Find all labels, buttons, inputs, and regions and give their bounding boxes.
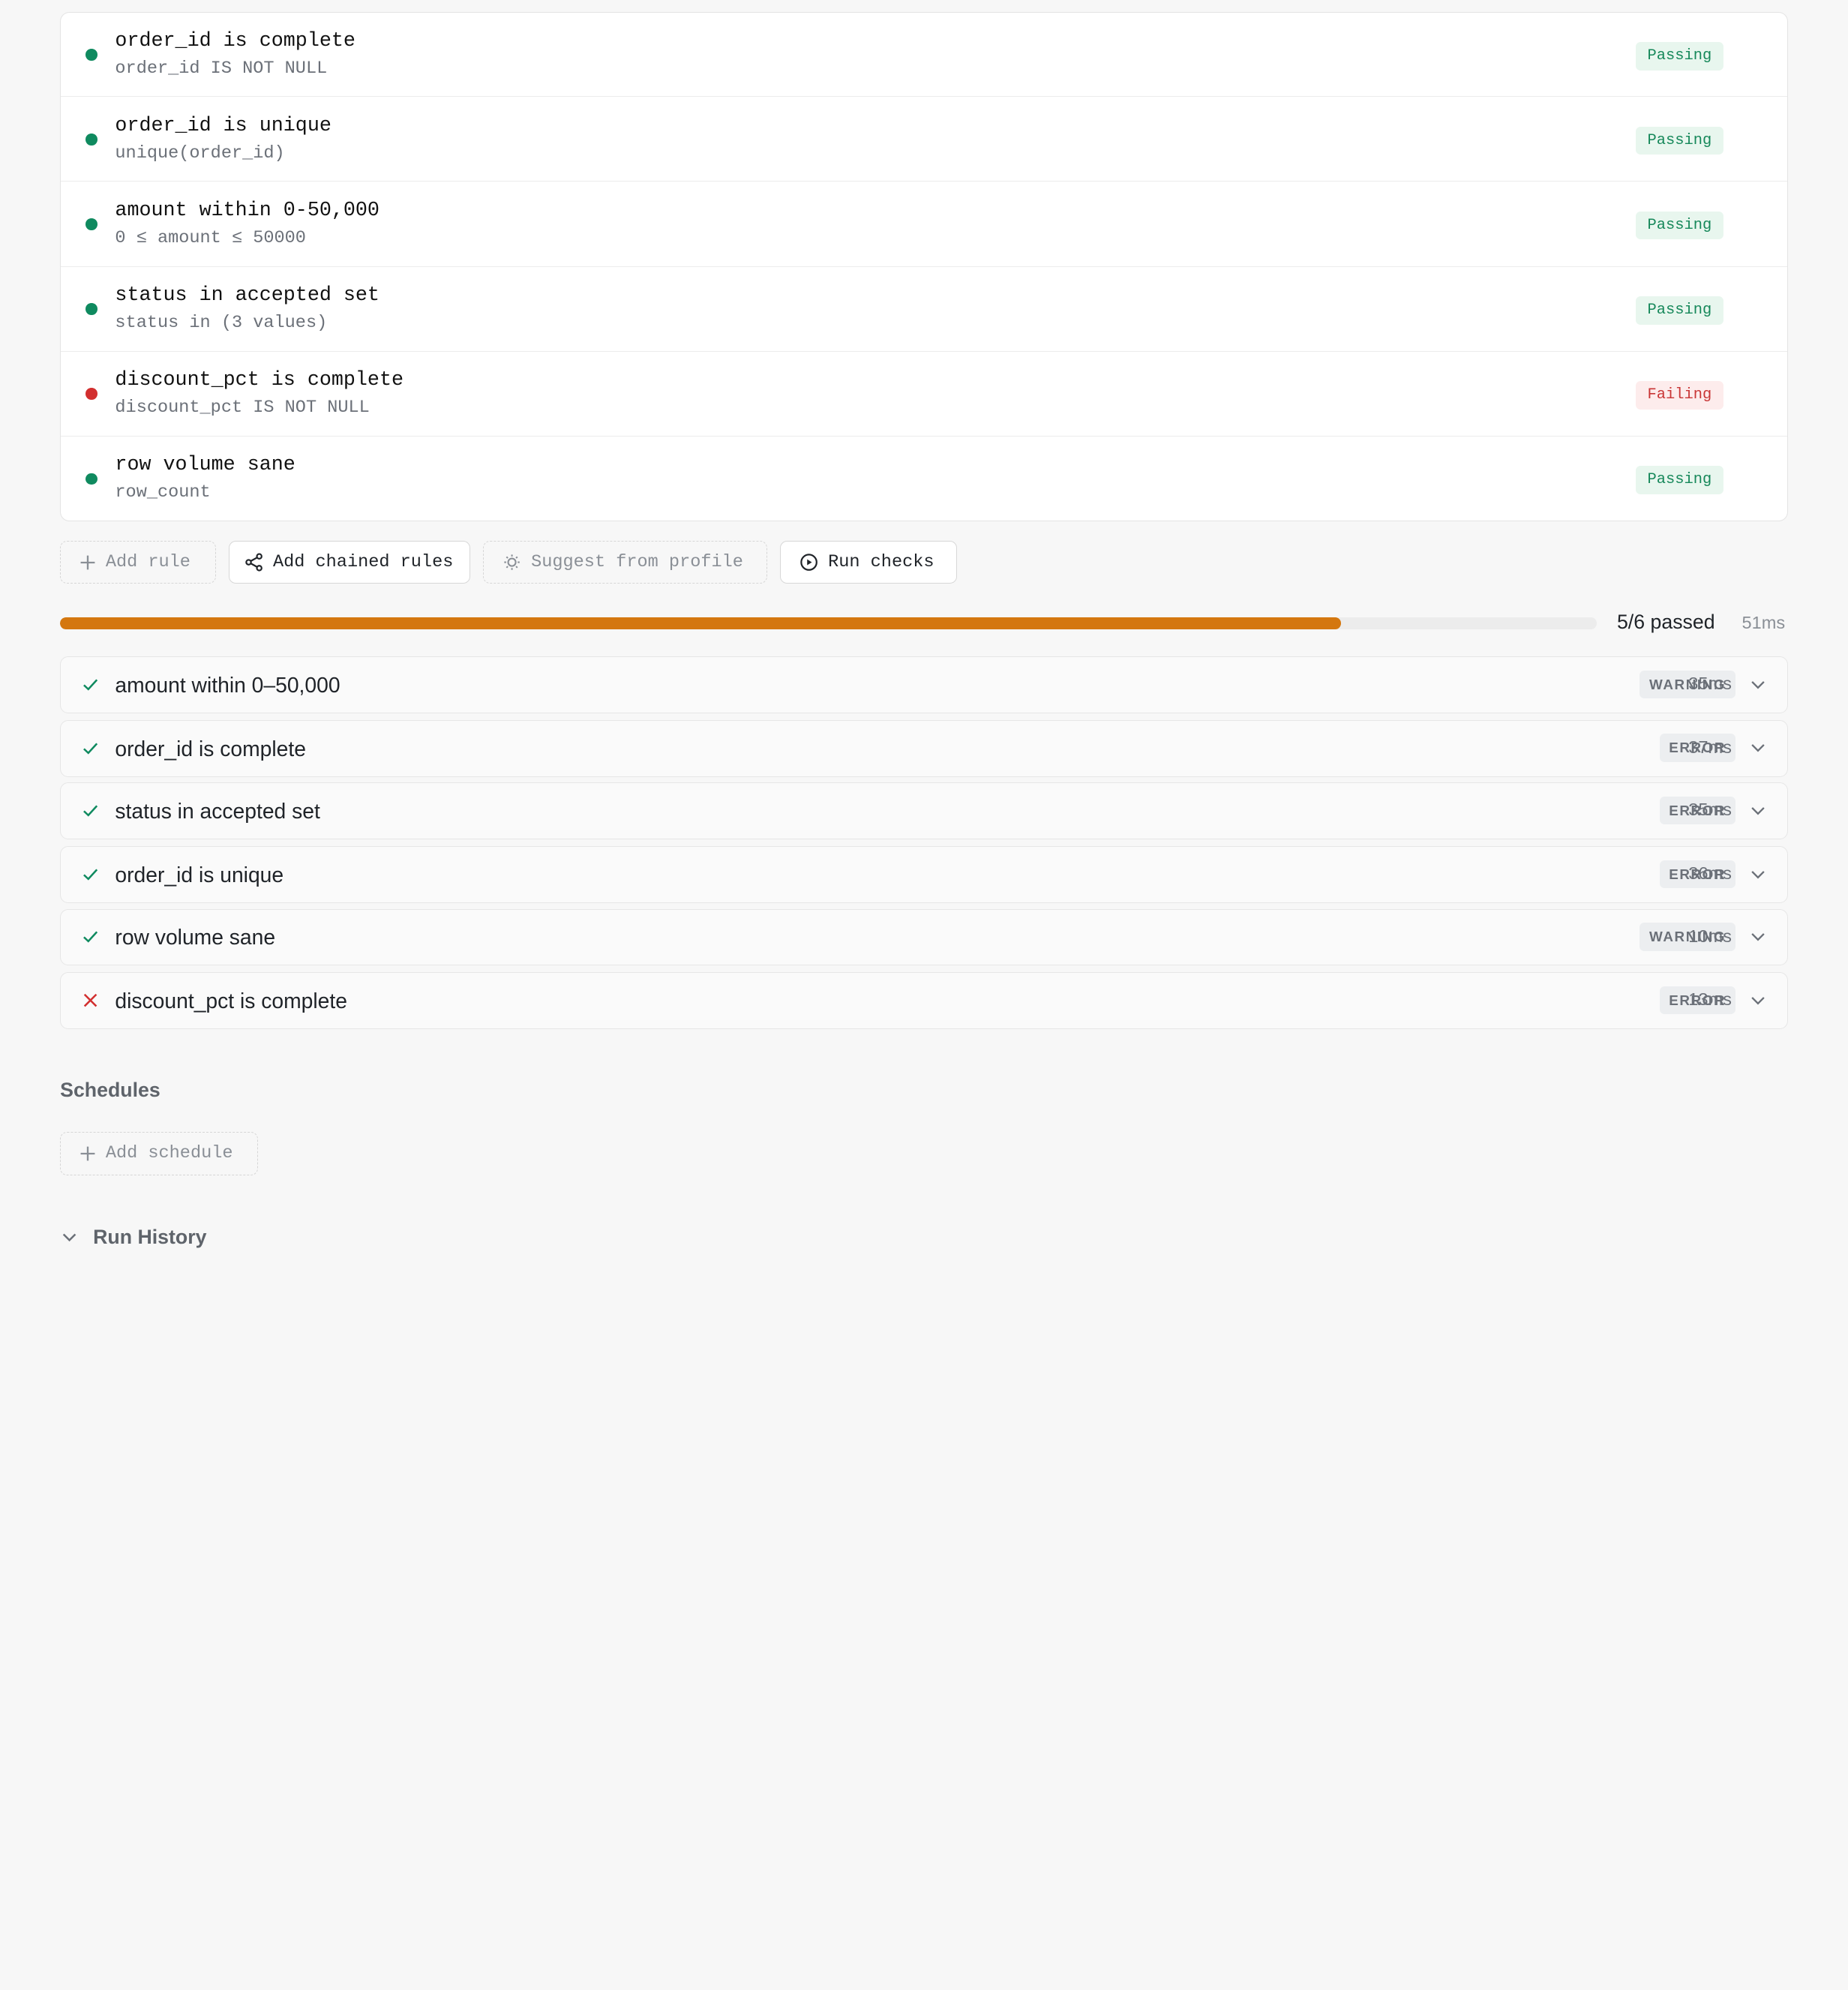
chevron-down-icon[interactable] <box>1750 805 1766 817</box>
chevron-down-icon[interactable] <box>1750 679 1766 691</box>
rule-row[interactable]: amount within 0-50,000 0 ≤ amount ≤ 5000… <box>61 181 1787 266</box>
check-icon <box>81 801 100 820</box>
play-circle-icon <box>800 554 818 571</box>
check-icon <box>81 739 100 758</box>
run-checks-label: Run checks <box>828 552 934 573</box>
chevron-down-icon[interactable] <box>1750 931 1766 943</box>
rule-expression: unique(order_id) <box>115 143 285 164</box>
progress-bar <box>60 617 1598 630</box>
rule-row[interactable]: status in accepted set status in (3 valu… <box>61 266 1787 351</box>
rule-title: row volume sane <box>115 454 296 477</box>
plus-icon <box>80 555 95 569</box>
add-chained-rules-label: Add chained rules <box>272 552 454 573</box>
rule-status-badge: Passing <box>1635 211 1724 240</box>
run-checks-button[interactable]: Run checks <box>780 541 957 584</box>
result-duration: 13ms <box>1688 989 1732 1010</box>
status-dot <box>86 473 98 485</box>
rule-expression: order_id IS NOT NULL <box>115 58 328 79</box>
schedules-heading: Schedules <box>60 1078 160 1101</box>
result-row[interactable]: order_id is unique ERROR 36ms <box>60 846 1788 903</box>
status-dot <box>86 303 98 315</box>
add-schedule-label: Add schedule <box>105 1143 233 1164</box>
add-chained-rules-button[interactable]: Add chained rules <box>228 541 470 584</box>
add-rule-label: Add rule <box>105 552 190 573</box>
result-duration: 35ms <box>1688 674 1732 694</box>
rule-status-badge: Passing <box>1635 466 1724 494</box>
rule-status-badge: Failing <box>1635 380 1724 410</box>
chevron-down-icon <box>62 1233 76 1242</box>
total-duration: 51ms <box>1742 613 1786 633</box>
rule-expression: status in (3 values) <box>115 312 328 333</box>
rule-status-badge: Passing <box>1635 296 1724 325</box>
add-rule-button[interactable]: Add rule <box>60 541 216 584</box>
rule-title: discount_pct is complete <box>115 369 404 392</box>
status-dot <box>86 388 98 401</box>
check-icon <box>81 675 100 694</box>
rule-row[interactable]: order_id is unique unique(order_id) Pass… <box>61 96 1787 181</box>
data-quality-panel: order_id is complete order_id IS NOT NUL… <box>0 0 1848 1266</box>
lightbulb-icon <box>504 554 520 570</box>
result-row[interactable]: amount within 0–50,000 WARNING 35ms <box>60 656 1788 713</box>
rule-title: order_id is unique <box>115 114 332 137</box>
share-nodes-icon <box>245 553 263 572</box>
status-dot <box>86 133 98 146</box>
result-row[interactable]: order_id is complete ERROR 37ms <box>60 720 1788 777</box>
result-title: amount within 0–50,000 <box>115 672 340 697</box>
suggest-label: Suggest from profile <box>531 552 743 573</box>
rule-title: order_id is complete <box>115 30 356 53</box>
run-history-heading: Run History <box>93 1226 207 1249</box>
chevron-down-icon[interactable] <box>1750 995 1766 1007</box>
rules-list: order_id is complete order_id IS NOT NUL… <box>60 11 1788 521</box>
suggest-from-profile-button[interactable]: Suggest from profile <box>483 541 767 584</box>
result-duration: 37ms <box>1688 737 1732 758</box>
result-row[interactable]: row volume sane WARNING 10ms <box>60 908 1788 965</box>
result-title: discount_pct is complete <box>115 988 347 1013</box>
rule-expression: discount_pct IS NOT NULL <box>115 397 370 418</box>
result-row[interactable]: status in accepted set ERROR 35ms <box>60 782 1788 839</box>
result-duration: 10ms <box>1688 926 1732 946</box>
rule-status-badge: Passing <box>1635 126 1724 155</box>
rule-title: status in accepted set <box>115 284 380 308</box>
x-icon <box>81 991 100 1010</box>
result-title: order_id is complete <box>115 736 306 761</box>
plus-icon <box>80 1146 95 1161</box>
rule-expression: row_count <box>115 482 211 503</box>
rule-expression: 0 ≤ amount ≤ 50000 <box>115 227 306 248</box>
result-title: status in accepted set <box>115 798 320 823</box>
rule-row[interactable]: discount_pct is complete discount_pct IS… <box>61 350 1787 436</box>
add-schedule-button[interactable]: Add schedule <box>60 1131 259 1175</box>
result-title: order_id is unique <box>115 862 284 887</box>
result-duration: 35ms <box>1688 800 1732 820</box>
rule-title: amount within 0-50,000 <box>115 199 380 222</box>
check-icon <box>81 865 100 884</box>
result-title: row volume sane <box>115 924 276 949</box>
status-dot <box>86 218 98 230</box>
run-history-toggle[interactable]: Run History <box>60 1226 206 1249</box>
rule-status-badge: Passing <box>1635 41 1724 71</box>
rule-row[interactable]: row volume sane row_count Passing <box>61 435 1787 521</box>
passed-count: 5/6 passed <box>1616 610 1715 633</box>
result-duration: 36ms <box>1688 863 1732 884</box>
progress-fill <box>60 617 1341 630</box>
rule-row[interactable]: order_id is complete order_id IS NOT NUL… <box>61 13 1787 97</box>
chevron-down-icon[interactable] <box>1750 869 1766 881</box>
status-dot <box>86 49 98 62</box>
check-icon <box>81 927 100 946</box>
result-row[interactable]: discount_pct is complete ERROR 13ms <box>60 972 1788 1029</box>
chevron-down-icon[interactable] <box>1750 742 1766 754</box>
